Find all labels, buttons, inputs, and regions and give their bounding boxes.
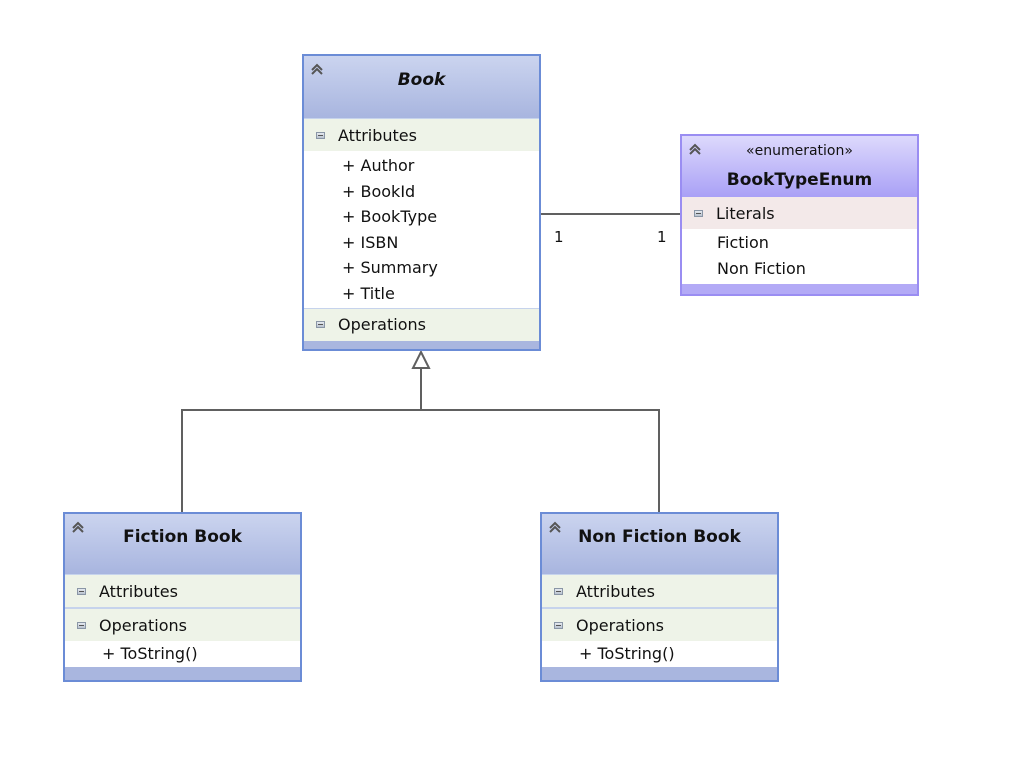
- attribute-item[interactable]: + Author: [304, 153, 539, 179]
- class-header: Fiction Book: [65, 514, 300, 574]
- compartment-attributes[interactable]: Attributes: [65, 574, 300, 607]
- attribute-item[interactable]: + Summary: [304, 255, 539, 281]
- compartment-label: Operations: [338, 315, 426, 335]
- compartment-operations[interactable]: Operations: [304, 307, 539, 341]
- compartment-operations[interactable]: Operations: [65, 607, 300, 641]
- generalization-line-nonfiction[interactable]: [421, 409, 660, 512]
- collapse-toggle-icon[interactable]: [694, 209, 703, 217]
- class-header: Non Fiction Book: [542, 514, 777, 574]
- enum-booktypeenum[interactable]: «enumeration» BookTypeEnum Literals Fict…: [680, 134, 919, 296]
- class-name: Fiction Book: [123, 527, 242, 547]
- literal-item[interactable]: Fiction: [682, 230, 917, 256]
- compartment-literals[interactable]: Literals: [682, 197, 917, 229]
- association-target-multiplicity: 1: [657, 228, 667, 246]
- compartment-operations[interactable]: Operations: [542, 607, 777, 641]
- attribute-item[interactable]: + BookId: [304, 179, 539, 205]
- class-name: Non Fiction Book: [578, 527, 741, 547]
- compartment-label: Attributes: [99, 581, 178, 601]
- class-header: Book: [304, 56, 539, 118]
- attribute-item[interactable]: + Title: [304, 281, 539, 307]
- collapse-toggle-icon[interactable]: [316, 131, 325, 139]
- class-name: Book: [397, 70, 446, 90]
- association-source-multiplicity: 1: [554, 228, 564, 246]
- compartment-label: Operations: [576, 615, 664, 635]
- compartment-attributes[interactable]: Attributes: [304, 118, 539, 151]
- collapse-toggle-icon[interactable]: [77, 587, 86, 595]
- compartment-attributes[interactable]: Attributes: [542, 574, 777, 607]
- class-non-fiction-book[interactable]: Non Fiction Book Attributes Operations +…: [540, 512, 779, 682]
- compartment-label: Literals: [716, 203, 775, 223]
- literal-item[interactable]: Non Fiction: [682, 256, 917, 282]
- collapse-toggle-icon[interactable]: [554, 587, 563, 595]
- enum-header: «enumeration» BookTypeEnum: [682, 136, 917, 197]
- class-fiction-book[interactable]: Fiction Book Attributes Operations + ToS…: [63, 512, 302, 682]
- generalization-arrowhead: [411, 349, 431, 369]
- compartment-label: Attributes: [338, 125, 417, 145]
- class-book[interactable]: Book Attributes + Author + BookId + Book…: [302, 54, 541, 351]
- attribute-item[interactable]: + ISBN: [304, 230, 539, 256]
- operation-item[interactable]: + ToString(): [65, 641, 300, 667]
- attribute-item[interactable]: + BookType: [304, 204, 539, 230]
- collapse-toggle-icon[interactable]: [554, 621, 563, 629]
- operation-item[interactable]: + ToString(): [542, 641, 777, 667]
- collapse-toggle-icon[interactable]: [316, 321, 325, 329]
- enum-name: BookTypeEnum: [726, 170, 873, 190]
- generalization-line-fiction[interactable]: [181, 368, 422, 512]
- compartment-label: Attributes: [576, 581, 655, 601]
- collapse-toggle-icon[interactable]: [77, 621, 86, 629]
- stereotype-label: «enumeration»: [746, 143, 853, 159]
- compartment-label: Operations: [99, 615, 187, 635]
